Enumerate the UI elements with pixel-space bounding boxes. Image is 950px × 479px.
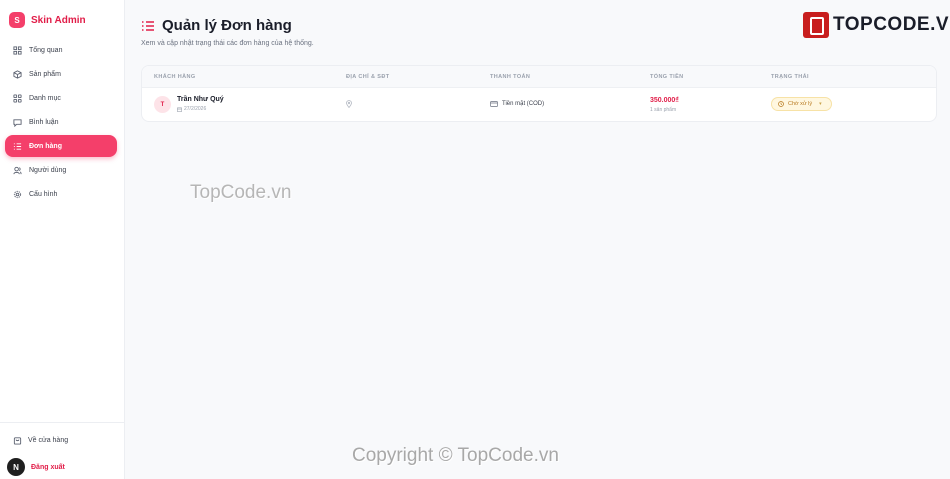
sidebar-nav: Tổng quan Sản phẩm Danh mục Bình luận Đơ…	[5, 39, 117, 207]
category-grid-icon	[13, 93, 22, 103]
page-title: Quản lý Đơn hàng	[162, 17, 292, 34]
sidebar-item-categories[interactable]: Danh mục	[5, 87, 117, 109]
customer-avatar: T	[154, 96, 171, 113]
logout-button[interactable]: N Đăng xuất	[7, 458, 65, 476]
sidebar-item-label: Bình luận	[29, 118, 59, 126]
map-pin-icon	[346, 100, 352, 108]
sidebar-item-label: Người dùng	[29, 166, 67, 174]
back-to-store-link[interactable]: Về cửa hàng	[13, 436, 68, 445]
clock-icon	[778, 101, 784, 107]
sidebar-item-overview[interactable]: Tổng quan	[5, 39, 117, 61]
column-header-status[interactable]: TRẠNG THÁI	[771, 74, 809, 80]
sidebar-item-products[interactable]: Sản phẩm	[5, 63, 117, 85]
topcode-mark-icon	[803, 12, 829, 38]
order-quantity: 1 sản phẩm	[650, 107, 677, 113]
payment-method-text: Tiền mặt (COD)	[502, 101, 545, 107]
sidebar-item-orders[interactable]: Đơn hàng	[5, 135, 117, 157]
watermark-text: TopCode.vn	[190, 182, 292, 203]
orders-table: KHÁCH HÀNG ĐỊA CHỈ & SĐT THANH TOÁN TỔNG…	[141, 65, 937, 122]
sidebar-item-label: Danh mục	[29, 94, 61, 102]
brand[interactable]: S Skin Admin	[9, 12, 86, 28]
title-row: Quản lý Đơn hàng	[141, 17, 314, 34]
chevron-down-icon: ▾	[819, 101, 822, 107]
shopping-bag-icon	[13, 437, 22, 445]
list-icon	[13, 142, 22, 150]
sidebar-footer: Về cửa hàng N Đăng xuất	[0, 422, 124, 479]
sidebar-item-label: Tổng quan	[29, 46, 63, 54]
order-total: 350.000₫	[650, 97, 679, 104]
logout-label: Đăng xuất	[31, 463, 65, 471]
order-date: 27/2/2026	[177, 106, 206, 112]
order-date-text: 27/2/2026	[184, 106, 207, 112]
brand-name: Skin Admin	[31, 14, 86, 26]
list-icon	[142, 20, 154, 31]
topcode-logo-text: TOPCODE.VN	[833, 14, 950, 35]
sidebar-item-label: Đơn hàng	[29, 142, 62, 150]
gear-icon	[13, 190, 22, 198]
sidebar-item-settings[interactable]: Cấu hình	[5, 183, 117, 205]
payment-method: Tiền mặt (COD)	[490, 101, 544, 107]
sidebar-item-label: Cấu hình	[29, 190, 58, 198]
table-header: KHÁCH HÀNG ĐỊA CHỈ & SĐT THANH TOÁN TỔNG…	[142, 66, 936, 88]
customer-name: Trần Như Quý	[177, 96, 224, 103]
copyright-watermark: Copyright © TopCode.vn	[352, 445, 559, 466]
brand-logo: S	[9, 12, 25, 28]
box-icon	[13, 69, 22, 79]
avatar: N	[7, 458, 25, 476]
column-header-address[interactable]: ĐỊA CHỈ & SĐT	[346, 74, 390, 80]
page-header: Quản lý Đơn hàng Xem và cập nhật trạng t…	[141, 17, 314, 47]
table-row[interactable]: T Trần Như Quý 27/2/2026 Tiền mặt (COD) …	[142, 88, 936, 121]
calendar-icon	[177, 107, 182, 112]
sidebar-item-label: Sản phẩm	[29, 70, 61, 78]
comment-icon	[13, 118, 22, 127]
sidebar-item-users[interactable]: Người dùng	[5, 159, 117, 181]
back-to-store-label: Về cửa hàng	[28, 437, 69, 444]
sidebar: S Skin Admin Tổng quan Sản phẩm Danh mục…	[0, 0, 125, 479]
column-header-total[interactable]: TỔNG TIỀN	[650, 74, 684, 80]
grid-icon	[13, 45, 22, 55]
column-header-customer[interactable]: KHÁCH HÀNG	[154, 74, 196, 80]
page-subtitle: Xem và cập nhật trạng thái các đơn hàng …	[141, 40, 314, 47]
status-select[interactable]: Chờ xử lý ▾	[771, 97, 832, 111]
users-icon	[13, 166, 22, 174]
topcode-logo: TOPCODE.VN	[803, 12, 950, 38]
column-header-payment[interactable]: THANH TOÁN	[490, 74, 530, 80]
sidebar-item-comments[interactable]: Bình luận	[5, 111, 117, 133]
credit-card-icon	[490, 101, 498, 107]
status-badge: Chờ xử lý	[788, 101, 813, 107]
